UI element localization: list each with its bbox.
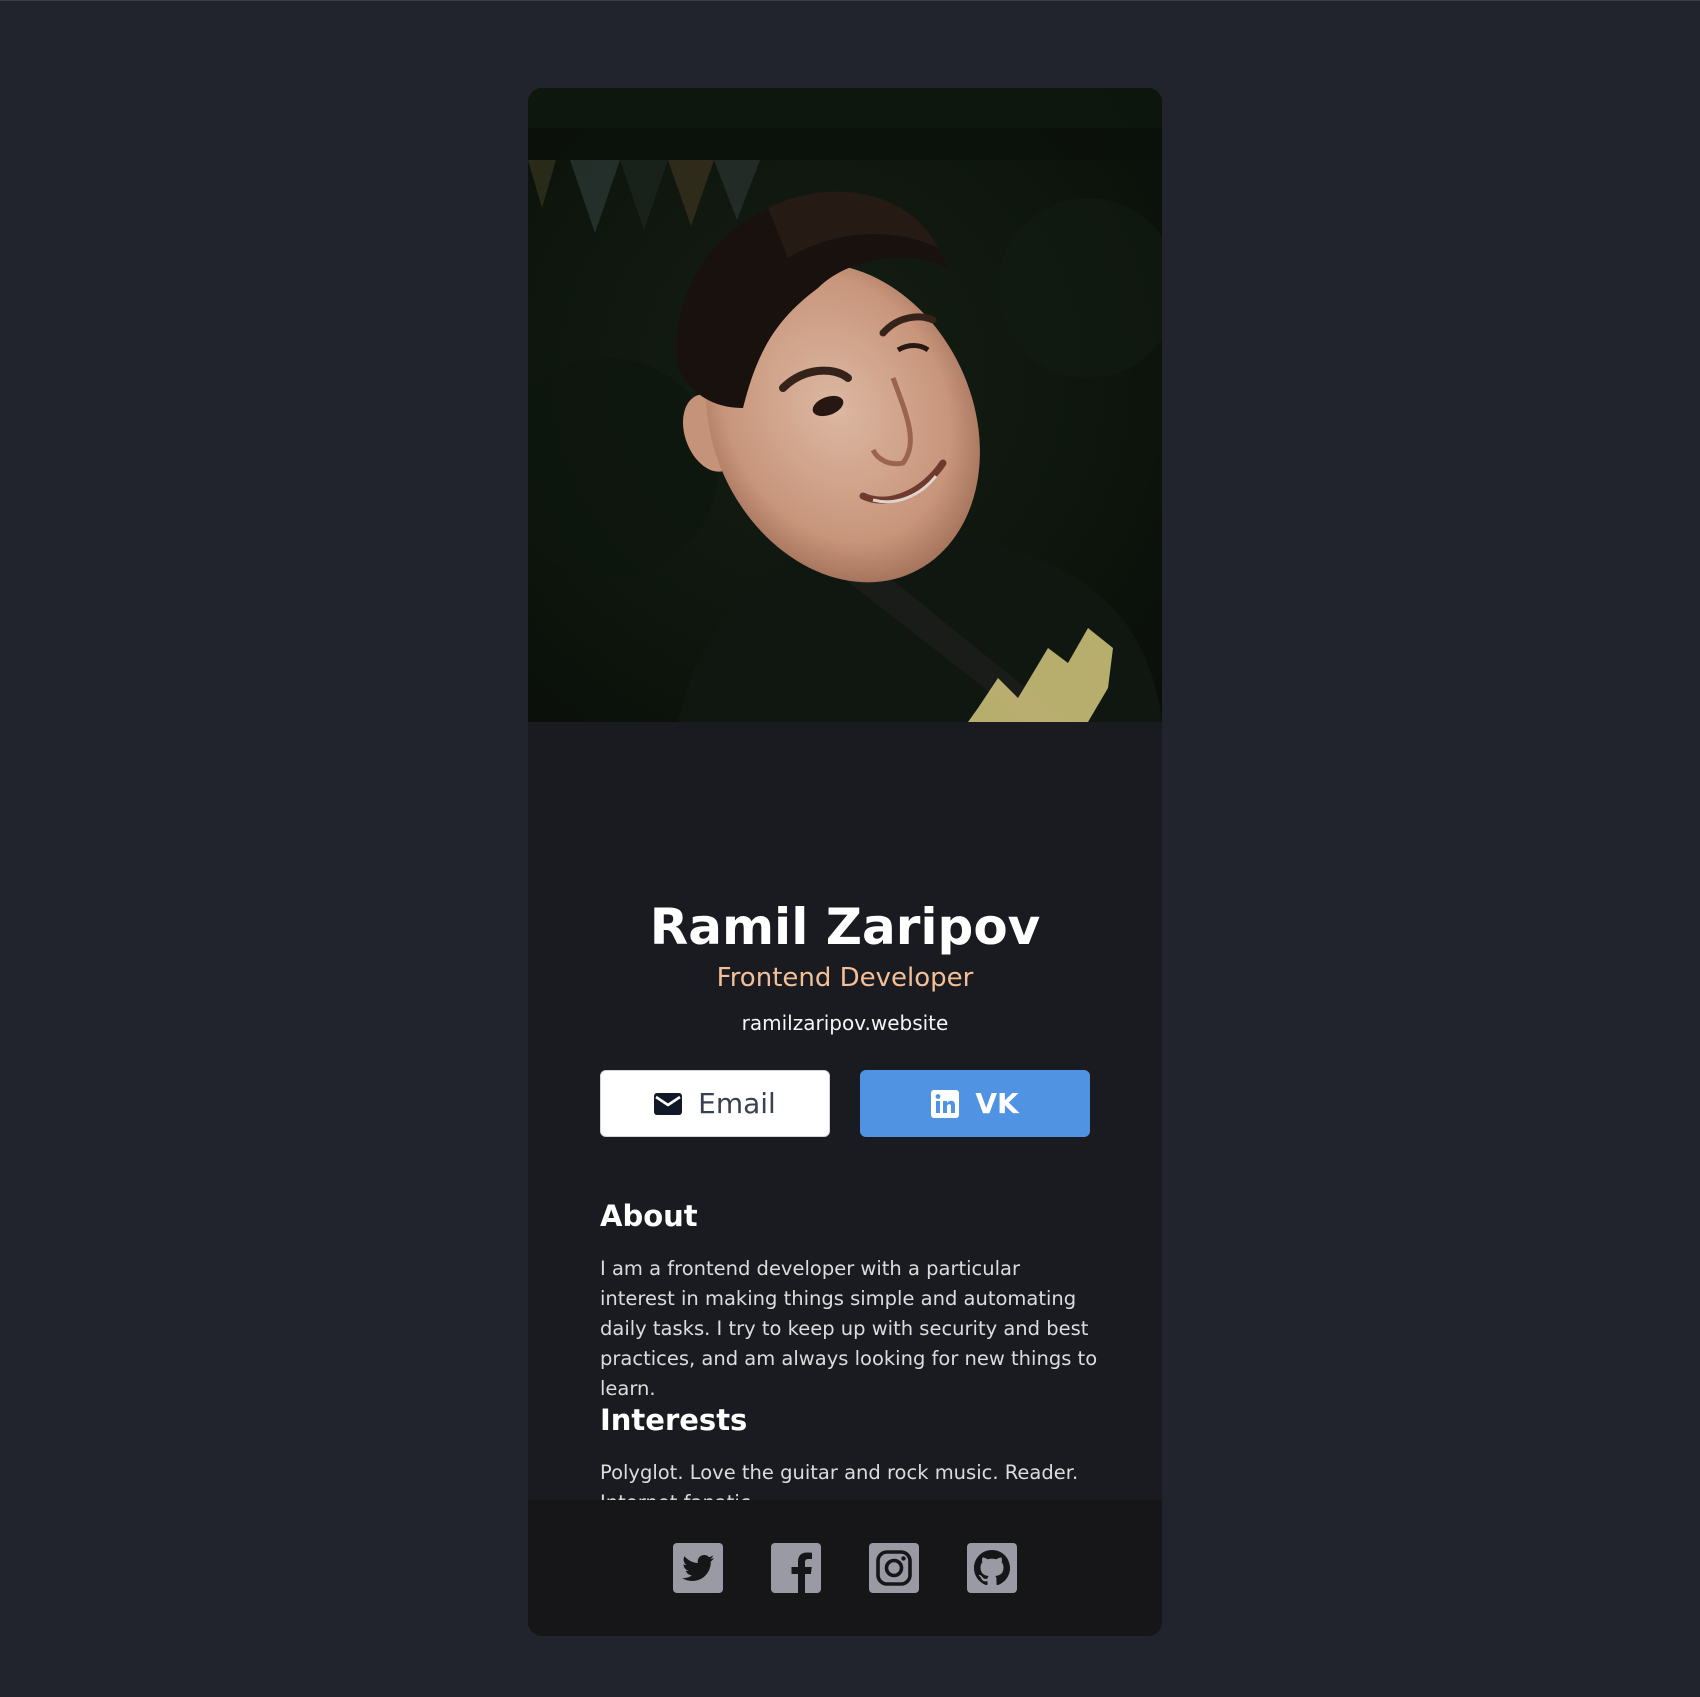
vk-button[interactable]: VK (860, 1070, 1090, 1137)
profile-name: Ramil Zaripov (649, 898, 1041, 956)
profile-photo (528, 88, 1162, 722)
vk-button-label: VK (975, 1087, 1019, 1120)
linkedin-icon (931, 1089, 960, 1118)
profile-info: Ramil Zaripov Frontend Developer ramilza… (528, 722, 1162, 1587)
about-heading: About (600, 1199, 698, 1233)
social-footer (528, 1500, 1162, 1636)
instagram-icon[interactable] (869, 1543, 919, 1593)
profile-card: Ramil Zaripov Frontend Developer ramilza… (528, 88, 1162, 1636)
email-button-label: Email (698, 1087, 776, 1120)
interests-heading: Interests (600, 1403, 748, 1437)
about-text: I am a frontend developer with a particu… (600, 1257, 1098, 1400)
facebook-icon[interactable] (771, 1543, 821, 1593)
envelope-icon (654, 1092, 683, 1115)
github-icon[interactable] (967, 1543, 1017, 1593)
twitter-icon[interactable] (673, 1543, 723, 1593)
profile-role: Frontend Developer (716, 963, 974, 993)
profile-website-link[interactable]: ramilzaripov.website (528, 1010, 1162, 1036)
email-button[interactable]: Email (600, 1070, 830, 1137)
